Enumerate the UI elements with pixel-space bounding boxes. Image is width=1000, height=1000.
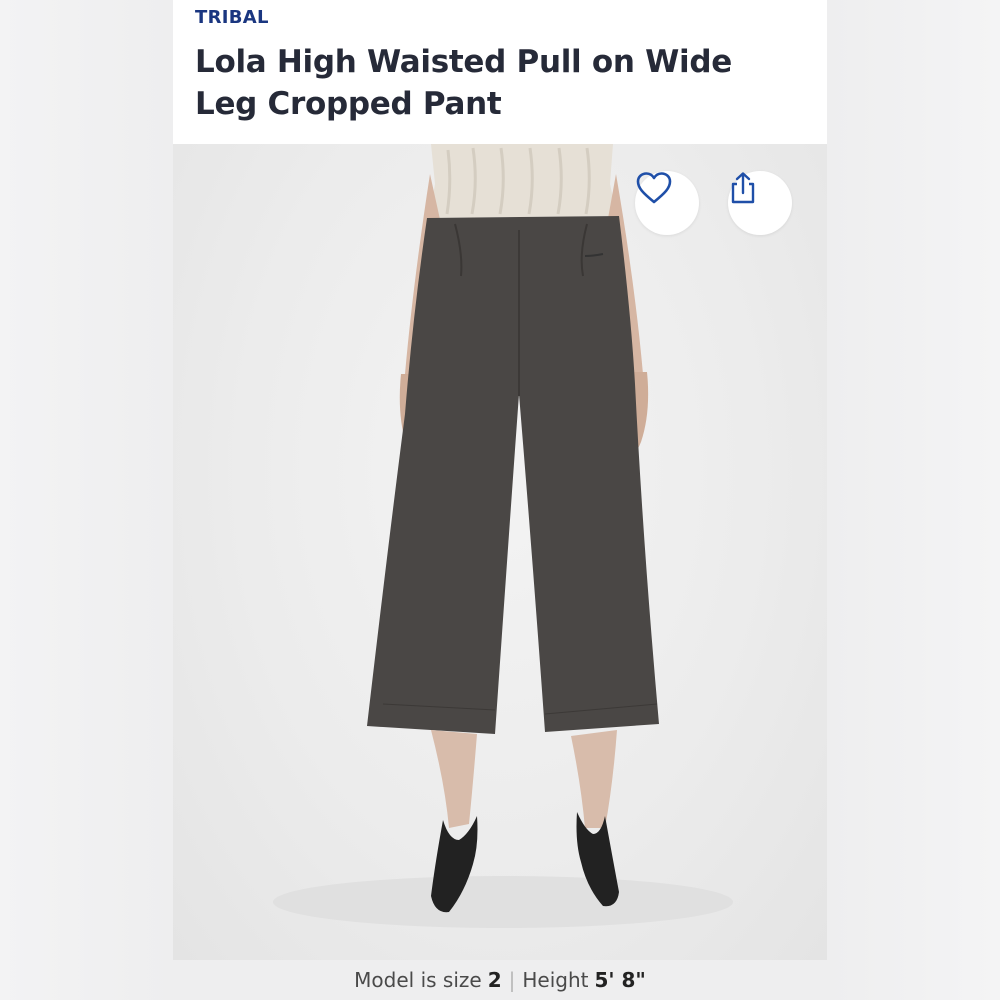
heart-icon xyxy=(636,172,672,204)
share-button[interactable] xyxy=(728,171,792,235)
model-height-value: 5' 8" xyxy=(594,968,646,992)
product-header: TRIBAL Lola High Waisted Pull on Wide Le… xyxy=(173,0,827,144)
left-margin xyxy=(0,0,173,1000)
model-info-caption: Model is size 2 | Height 5' 8" xyxy=(173,960,827,1000)
model-height-label: Height xyxy=(522,968,589,992)
share-icon xyxy=(731,172,755,204)
right-margin xyxy=(827,0,1000,1000)
model-size-label: Model is size xyxy=(354,968,482,992)
product-image[interactable] xyxy=(173,144,827,960)
caption-divider: | xyxy=(508,968,516,992)
brand-name[interactable]: TRIBAL xyxy=(195,7,827,28)
product-card: TRIBAL Lola High Waisted Pull on Wide Le… xyxy=(173,0,827,1000)
product-title: Lola High Waisted Pull on Wide Leg Cropp… xyxy=(195,44,732,122)
favorite-button[interactable] xyxy=(635,171,699,235)
model-illustration xyxy=(273,144,733,928)
model-size-value: 2 xyxy=(487,968,502,992)
